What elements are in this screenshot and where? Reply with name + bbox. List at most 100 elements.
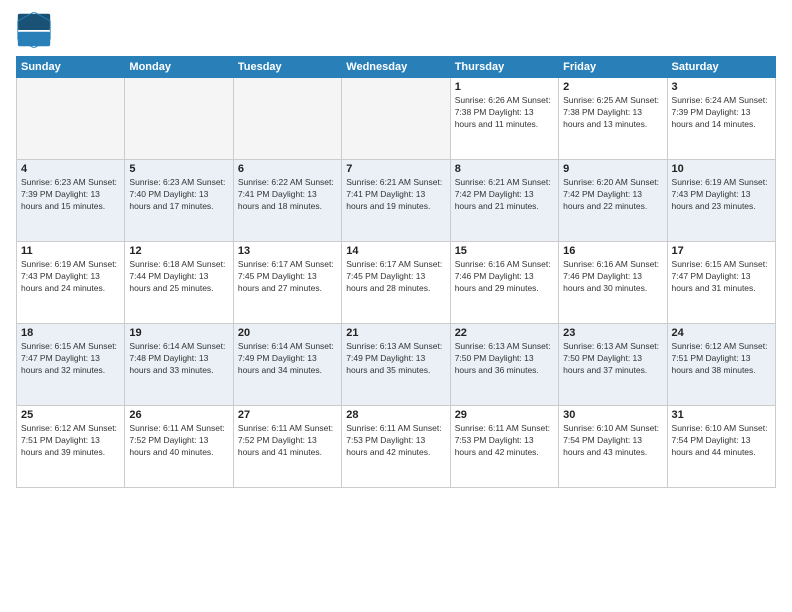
day-header-friday: Friday [559,57,667,78]
day-number: 4 [21,163,120,175]
calendar-cell: 23 Sunrise: 6:13 AM Sunset: 7:50 PM Dayli… [559,324,667,406]
calendar-cell: 25 Sunrise: 6:12 AM Sunset: 7:51 PM Dayli… [17,406,125,488]
calendar-cell: 4 Sunrise: 6:23 AM Sunset: 7:39 PM Daylig… [17,160,125,242]
calendar-cell: 6 Sunrise: 6:22 AM Sunset: 7:41 PM Daylig… [233,160,341,242]
day-info: Sunrise: 6:11 AM Sunset: 7:53 PM Dayligh… [346,423,445,459]
day-header-tuesday: Tuesday [233,57,341,78]
calendar-week-3: 11 Sunrise: 6:19 AM Sunset: 7:43 PM Dayli… [17,242,776,324]
day-info: Sunrise: 6:20 AM Sunset: 7:42 PM Dayligh… [563,177,662,213]
calendar-cell: 24 Sunrise: 6:12 AM Sunset: 7:51 PM Dayli… [667,324,775,406]
calendar-cell: 20 Sunrise: 6:14 AM Sunset: 7:49 PM Dayli… [233,324,341,406]
day-info: Sunrise: 6:15 AM Sunset: 7:47 PM Dayligh… [672,259,771,295]
logo-icon [16,12,52,48]
day-number: 12 [129,245,228,257]
day-info: Sunrise: 6:22 AM Sunset: 7:41 PM Dayligh… [238,177,337,213]
day-number: 5 [129,163,228,175]
day-number: 14 [346,245,445,257]
day-info: Sunrise: 6:26 AM Sunset: 7:38 PM Dayligh… [455,95,554,131]
logo [16,12,56,48]
day-number: 20 [238,327,337,339]
calendar-week-5: 25 Sunrise: 6:12 AM Sunset: 7:51 PM Dayli… [17,406,776,488]
day-info: Sunrise: 6:23 AM Sunset: 7:39 PM Dayligh… [21,177,120,213]
day-number: 18 [21,327,120,339]
day-header-monday: Monday [125,57,233,78]
calendar-cell: 12 Sunrise: 6:18 AM Sunset: 7:44 PM Dayli… [125,242,233,324]
calendar-cell [17,78,125,160]
day-info: Sunrise: 6:19 AM Sunset: 7:43 PM Dayligh… [672,177,771,213]
calendar-cell: 19Sunrise: 6:14 AM Sunset: 7:48 PM Dayli… [125,324,233,406]
day-info: Sunrise: 6:16 AM Sunset: 7:46 PM Dayligh… [563,259,662,295]
calendar-cell: 15Sunrise: 6:16 AM Sunset: 7:46 PM Dayli… [450,242,558,324]
day-info: Sunrise: 6:12 AM Sunset: 7:51 PM Dayligh… [672,341,771,377]
calendar-cell: 17Sunrise: 6:15 AM Sunset: 7:47 PM Dayli… [667,242,775,324]
calendar-cell: 29 Sunrise: 6:11 AM Sunset: 7:53 PM Dayli… [450,406,558,488]
day-info: Sunrise: 6:11 AM Sunset: 7:52 PM Dayligh… [129,423,228,459]
calendar-cell: 2Sunrise: 6:25 AM Sunset: 7:38 PM Daylig… [559,78,667,160]
day-number: 13 [238,245,337,257]
day-number: 29 [455,409,554,421]
calendar-cell: 11 Sunrise: 6:19 AM Sunset: 7:43 PM Dayli… [17,242,125,324]
day-info: Sunrise: 6:21 AM Sunset: 7:41 PM Dayligh… [346,177,445,213]
calendar-cell: 10Sunrise: 6:19 AM Sunset: 7:43 PM Dayli… [667,160,775,242]
day-number: 25 [21,409,120,421]
day-info: Sunrise: 6:13 AM Sunset: 7:50 PM Dayligh… [455,341,554,377]
day-info: Sunrise: 6:11 AM Sunset: 7:53 PM Dayligh… [455,423,554,459]
calendar-cell: 13 Sunrise: 6:17 AM Sunset: 7:45 PM Dayli… [233,242,341,324]
day-number: 21 [346,327,445,339]
calendar-cell: 1 Sunrise: 6:26 AM Sunset: 7:38 PM Daylig… [450,78,558,160]
calendar-cell: 31 Sunrise: 6:10 AM Sunset: 7:54 PM Dayli… [667,406,775,488]
day-number: 3 [672,81,771,93]
calendar-cell: 9 Sunrise: 6:20 AM Sunset: 7:42 PM Daylig… [559,160,667,242]
day-number: 7 [346,163,445,175]
day-header-thursday: Thursday [450,57,558,78]
calendar-cell: 5Sunrise: 6:23 AM Sunset: 7:40 PM Daylig… [125,160,233,242]
calendar-cell [125,78,233,160]
day-header-sunday: Sunday [17,57,125,78]
day-info: Sunrise: 6:18 AM Sunset: 7:44 PM Dayligh… [129,259,228,295]
day-info: Sunrise: 6:13 AM Sunset: 7:50 PM Dayligh… [563,341,662,377]
day-number: 22 [455,327,554,339]
day-info: Sunrise: 6:15 AM Sunset: 7:47 PM Dayligh… [21,341,120,377]
day-number: 23 [563,327,662,339]
day-info: Sunrise: 6:19 AM Sunset: 7:43 PM Dayligh… [21,259,120,295]
day-info: Sunrise: 6:14 AM Sunset: 7:49 PM Dayligh… [238,341,337,377]
day-header-wednesday: Wednesday [342,57,450,78]
calendar-cell [342,78,450,160]
day-info: Sunrise: 6:10 AM Sunset: 7:54 PM Dayligh… [563,423,662,459]
day-info: Sunrise: 6:13 AM Sunset: 7:49 PM Dayligh… [346,341,445,377]
day-info: Sunrise: 6:10 AM Sunset: 7:54 PM Dayligh… [672,423,771,459]
calendar-cell: 30Sunrise: 6:10 AM Sunset: 7:54 PM Dayli… [559,406,667,488]
header [16,12,776,48]
day-number: 6 [238,163,337,175]
day-info: Sunrise: 6:17 AM Sunset: 7:45 PM Dayligh… [238,259,337,295]
day-info: Sunrise: 6:25 AM Sunset: 7:38 PM Dayligh… [563,95,662,131]
calendar-table: SundayMondayTuesdayWednesdayThursdayFrid… [16,56,776,488]
calendar-week-4: 18 Sunrise: 6:15 AM Sunset: 7:47 PM Dayli… [17,324,776,406]
day-number: 1 [455,81,554,93]
calendar-week-2: 4 Sunrise: 6:23 AM Sunset: 7:39 PM Daylig… [17,160,776,242]
calendar-cell: 16 Sunrise: 6:16 AM Sunset: 7:46 PM Dayli… [559,242,667,324]
day-info: Sunrise: 6:11 AM Sunset: 7:52 PM Dayligh… [238,423,337,459]
page: SundayMondayTuesdayWednesdayThursdayFrid… [0,0,792,612]
calendar-cell: 8Sunrise: 6:21 AM Sunset: 7:42 PM Daylig… [450,160,558,242]
day-number: 24 [672,327,771,339]
calendar-cell: 3 Sunrise: 6:24 AM Sunset: 7:39 PM Daylig… [667,78,775,160]
day-number: 16 [563,245,662,257]
calendar-cell: 28 Sunrise: 6:11 AM Sunset: 7:53 PM Dayli… [342,406,450,488]
days-header-row: SundayMondayTuesdayWednesdayThursdayFrid… [17,57,776,78]
day-number: 31 [672,409,771,421]
day-info: Sunrise: 6:24 AM Sunset: 7:39 PM Dayligh… [672,95,771,131]
day-info: Sunrise: 6:21 AM Sunset: 7:42 PM Dayligh… [455,177,554,213]
calendar-cell: 21 Sunrise: 6:13 AM Sunset: 7:49 PM Dayli… [342,324,450,406]
calendar-week-1: 1 Sunrise: 6:26 AM Sunset: 7:38 PM Daylig… [17,78,776,160]
day-number: 9 [563,163,662,175]
day-number: 11 [21,245,120,257]
day-number: 28 [346,409,445,421]
day-number: 26 [129,409,228,421]
calendar-cell: 27 Sunrise: 6:11 AM Sunset: 7:52 PM Dayli… [233,406,341,488]
day-info: Sunrise: 6:14 AM Sunset: 7:48 PM Dayligh… [129,341,228,377]
calendar-cell [233,78,341,160]
calendar-cell: 18 Sunrise: 6:15 AM Sunset: 7:47 PM Dayli… [17,324,125,406]
day-number: 27 [238,409,337,421]
day-info: Sunrise: 6:12 AM Sunset: 7:51 PM Dayligh… [21,423,120,459]
